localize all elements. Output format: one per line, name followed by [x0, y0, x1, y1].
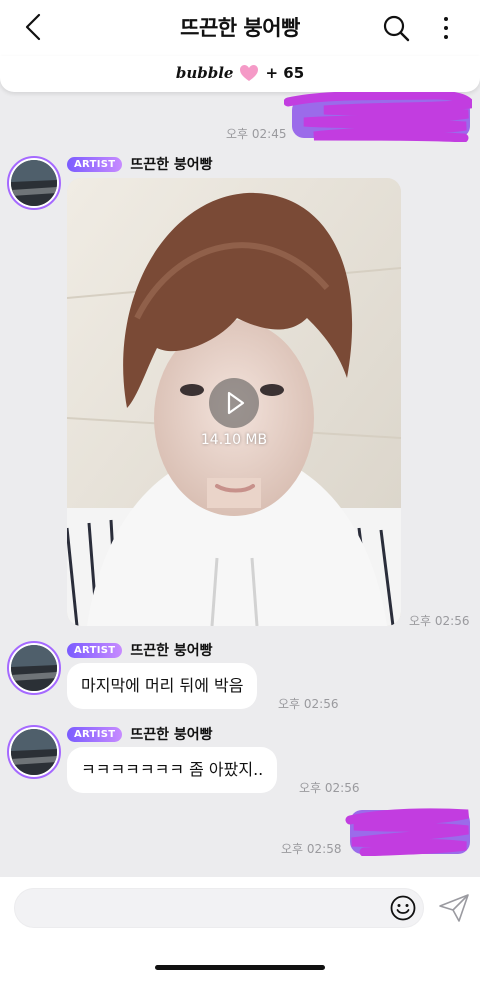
bubble-logo: bubble: [175, 64, 234, 82]
sender-name: 뜨끈한 붕어빵: [130, 643, 213, 659]
artist-badge: ARTIST: [67, 642, 123, 658]
artist-avatar[interactable]: [7, 641, 61, 695]
message-time: 오후 02:56: [278, 697, 339, 711]
redacted-sent-message: [284, 92, 472, 142]
video-message[interactable]: 14.10 MB: [67, 178, 401, 626]
sender-name: 뜨끈한 붕어빵: [130, 727, 213, 743]
redacted-sent-message: [345, 808, 470, 856]
message-bubble[interactable]: ㅋㅋㅋㅋㅋㅋㅋ 좀 아팠지..: [67, 747, 278, 793]
video-size: 14.10 MB: [200, 432, 268, 448]
chat-header: 뜨끈한 붕어빵: [0, 0, 480, 56]
home-indicator: [155, 965, 325, 970]
search-icon[interactable]: [382, 14, 410, 42]
artist-avatar[interactable]: [7, 725, 61, 779]
pink-heart-icon: [240, 65, 259, 81]
sender-row: ARTIST 뜨끈한 붕어빵: [67, 640, 213, 660]
artist-badge: ARTIST: [67, 156, 123, 172]
message-bubble[interactable]: 마지막에 머리 뒤에 박음: [67, 663, 258, 709]
message-composer: [0, 877, 480, 981]
bubble-subscription-bar[interactable]: bubble + 65: [0, 56, 480, 92]
sender-row: ARTIST 뜨끈한 붕어빵: [67, 724, 213, 744]
sender-row: ARTIST 뜨끈한 붕어빵: [67, 154, 213, 174]
message-time: 오후 02:58: [281, 842, 342, 856]
bubble-count: + 65: [265, 64, 305, 82]
play-button[interactable]: [209, 378, 259, 428]
more-options-icon[interactable]: [436, 14, 456, 42]
artist-avatar[interactable]: [7, 156, 61, 210]
message-time: 오후 02:56: [299, 781, 360, 795]
paper-plane-icon[interactable]: [438, 893, 470, 923]
message-time: 오후 02:45: [226, 127, 287, 141]
smiley-icon[interactable]: [389, 894, 417, 922]
message-input[interactable]: [14, 888, 424, 928]
message-time: 오후 02:56: [409, 614, 470, 628]
sender-name: 뜨끈한 붕어빵: [130, 157, 213, 173]
play-icon: [227, 391, 245, 415]
artist-badge: ARTIST: [67, 726, 123, 742]
